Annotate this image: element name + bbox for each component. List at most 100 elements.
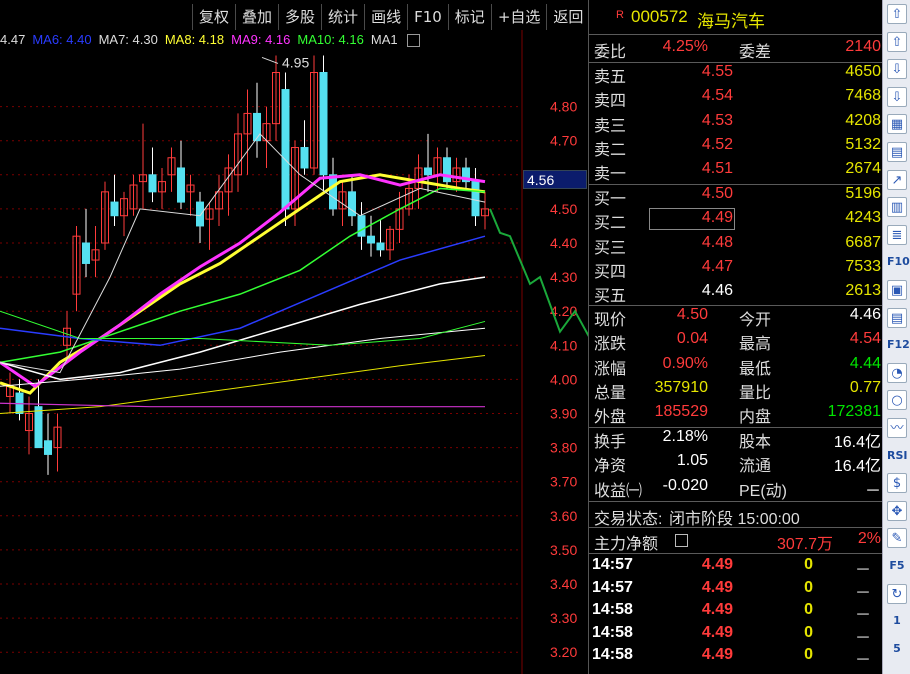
list-icon[interactable]: ≣: [887, 224, 907, 245]
buy-row: 买二 4.49 4243: [589, 209, 883, 233]
stats-label2: 最低: [739, 360, 772, 378]
candle-body: [110, 201, 119, 217]
trade-price: 4.49: [701, 556, 733, 573]
toolbar-btn-7[interactable]: +自选: [490, 4, 547, 30]
buy-row: 买五 4.46 2613: [589, 282, 883, 306]
stats-label: 总量: [594, 384, 627, 402]
stats-row: 总量 357910 量比 0.77: [589, 379, 883, 403]
buy-row: 买四 4.47 7533: [589, 258, 883, 282]
sidebar-RSI[interactable]: RSI: [887, 446, 908, 466]
calendar-icon[interactable]: ▣: [887, 280, 907, 300]
stats2-label: 净资: [594, 458, 627, 476]
buy-row: 买一 4.50 5196: [589, 185, 883, 209]
stats-label: 涨幅: [594, 360, 627, 378]
trade-price: 4.49: [701, 601, 733, 619]
down-outline-icon[interactable]: ⇩: [887, 59, 907, 80]
grid-icon[interactable]: ▦: [887, 114, 907, 135]
weibi-value: 4.25%: [662, 38, 708, 55]
flow-label: 主力净额: [594, 536, 659, 553]
sidebar-F10[interactable]: F10: [887, 252, 910, 272]
sell-row: 卖二 4.52 5132: [589, 136, 883, 160]
trade-row: 14:57 4.49 0 －: [589, 556, 883, 580]
axis-label: 3.90: [550, 406, 577, 422]
sell-row: 卖一 4.51 2674: [589, 160, 883, 184]
candle-body: [34, 406, 43, 449]
candle-body: [443, 157, 451, 183]
circle-icon[interactable]: ○: [887, 390, 907, 411]
pen-icon[interactable]: ✎: [887, 528, 907, 549]
toolbar-btn-3[interactable]: 统计: [321, 4, 364, 30]
stats2-label2: 股本: [739, 434, 772, 451]
stats-value: 4.50: [676, 306, 708, 323]
stats-label: 涨跌: [594, 336, 627, 354]
toolbar-btn-4[interactable]: 画线: [364, 4, 407, 30]
toolbar-btn-8[interactable]: 返回: [546, 4, 589, 30]
candle-body: [329, 174, 337, 210]
trade-flag: －: [854, 652, 871, 670]
flow-amount: 307.7万: [776, 536, 833, 553]
toolbar-btn-6[interactable]: 标记: [447, 4, 491, 30]
up-outline-icon[interactable]: ⇧: [887, 31, 907, 52]
stats2-label2: 流通: [739, 458, 772, 476]
stats-value2: 4.54: [849, 330, 881, 348]
sidebar-5[interactable]: 5: [887, 639, 907, 659]
refresh-icon[interactable]: ↻: [887, 583, 907, 604]
wave-icon[interactable]: 〰: [887, 418, 907, 438]
ma-long-3: [0, 402, 485, 408]
sell-price: 4.54: [701, 87, 733, 105]
move-icon[interactable]: ✥: [887, 500, 907, 521]
ma-label-3: MA8: 4.18: [164, 32, 225, 47]
trade-price: 4.49: [701, 578, 733, 596]
candle-body: [44, 440, 52, 455]
sell-label: 卖三: [594, 117, 627, 135]
axis-label: 4.10: [550, 337, 577, 353]
buy-price: 4.48: [701, 233, 733, 251]
trade-price: 4.49: [701, 623, 733, 641]
rzrq-badge: R: [616, 9, 624, 21]
stats-row: 涨幅 0.90% 最低 4.44: [589, 355, 883, 379]
ma-label-4: MA9: 4.16: [231, 32, 291, 47]
clock-icon[interactable]: ◔: [887, 362, 907, 383]
stats-row: 外盘 185529 内盘 172381: [589, 403, 883, 427]
toolbar-btn-1[interactable]: 叠加: [235, 4, 278, 30]
bar-chart-icon[interactable]: ▥: [887, 197, 907, 218]
sidebar-F5[interactable]: F5: [887, 556, 907, 576]
weicha-value: 2140: [845, 38, 881, 55]
buy-qty: 5196: [845, 185, 881, 202]
axis-label: 3.40: [550, 576, 577, 592]
table-icon[interactable]: ▤: [887, 142, 907, 162]
stats-value2: 0.77: [849, 378, 881, 396]
down-arrow-icon[interactable]: ⇩: [887, 86, 907, 107]
stats-value2: 4.44: [849, 354, 881, 372]
toolbar-btn-0[interactable]: 复权: [192, 4, 235, 30]
line-chart-icon[interactable]: ↗: [887, 169, 907, 190]
toolbar-btn-5[interactable]: F10: [407, 4, 448, 30]
axis-label: 4.40: [550, 235, 577, 251]
stats2-value: 2.18%: [662, 428, 708, 445]
trade-vol: 0: [804, 646, 813, 664]
stock-title: R 000572 海马汽车: [589, 7, 883, 31]
dollar-icon[interactable]: $: [887, 473, 907, 494]
sell-qty: 7468: [845, 87, 881, 105]
stats-label2: 最高: [739, 336, 772, 354]
legend-toggle-icon[interactable]: [406, 34, 420, 48]
candle-body: [471, 181, 480, 217]
price-tag: 4.56: [523, 170, 587, 189]
axis-label: 3.20: [550, 644, 577, 660]
candle-body: [357, 215, 366, 237]
kline-chart[interactable]: 4.804.704.604.504.404.304.204.104.003.90…: [0, 30, 588, 674]
toolbar-btn-2[interactable]: 多股: [278, 4, 321, 30]
buy2-selection: [649, 208, 735, 230]
sell-price: 4.51: [701, 160, 733, 178]
sell-qty: 5132: [845, 135, 881, 153]
up-arrow-icon[interactable]: ⇧: [887, 4, 907, 24]
trade-price: 4.49: [701, 646, 733, 664]
trade-flag: －: [854, 562, 871, 579]
doc-icon[interactable]: ▤: [887, 307, 907, 328]
high-label: 4.95: [282, 54, 309, 70]
sidebar-F12[interactable]: F12: [887, 335, 910, 355]
buy-label: 买三: [594, 239, 627, 257]
stats2-value: 1.05: [676, 452, 708, 470]
sidebar-1[interactable]: 1: [887, 611, 907, 631]
flow-detail-icon[interactable]: [675, 534, 688, 547]
